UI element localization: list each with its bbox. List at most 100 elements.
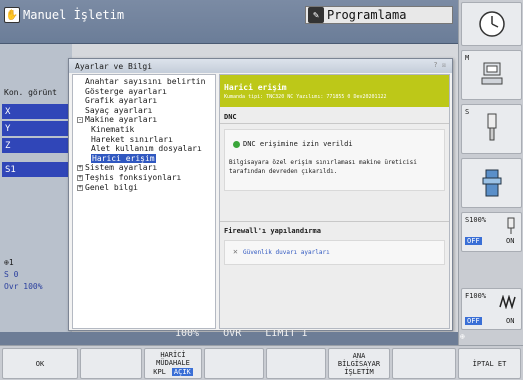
- feed-indicator: ⊕1: [4, 258, 14, 267]
- ok-label: OK: [35, 359, 45, 368]
- override-status-text: 100% OVR LIMIT 1: [175, 328, 308, 339]
- host-line2: BİLGİSAYAR: [337, 359, 381, 368]
- empty-softkey-4[interactable]: [204, 348, 264, 379]
- tool-table-icon: [482, 169, 501, 197]
- mode-manual-tab[interactable]: ✋ Manuel İşletim: [4, 6, 124, 24]
- settings-tree: Anahtar sayısını belirtin Gösterge ayarla…: [72, 74, 216, 329]
- tree-item-label: Grafik ayarları: [85, 96, 158, 106]
- feed-on-label: ON: [506, 317, 515, 325]
- dialog-title: Ayarlar ve Bilgi: [75, 61, 153, 71]
- dialog-window-controls: ? ☒: [433, 61, 446, 69]
- tree-item-label: Anahtar sayısını belirtin: [85, 77, 206, 86]
- tree-item-label: Sayaç ayarları: [85, 105, 153, 115]
- firewall-box: ✕ Güvenlik duvarı ayarları: [224, 240, 445, 265]
- divider: [220, 221, 449, 222]
- mode-programming-label: Programlama: [327, 8, 407, 22]
- external-line1: HARİCİ: [160, 351, 186, 359]
- operating-mode-bar: ✋ Manuel İşletim ✎ Programlama: [0, 0, 458, 44]
- status-strip: 100% OVR LIMIT 1 ⊕: [0, 328, 465, 345]
- tree-item[interactable]: Harici erişim: [91, 153, 156, 163]
- empty-softkey-5[interactable]: [266, 348, 326, 379]
- axis-s1: S1: [2, 162, 72, 177]
- feed-override-softkey[interactable]: F100% OFF ON: [461, 288, 522, 330]
- dnc-heading: DNC: [224, 113, 237, 121]
- edit-icon: ✎: [308, 7, 324, 23]
- right-softkey-bar: M S S100% OFF ON F100% OFF ON: [458, 0, 523, 345]
- position-display-panel: Kon. görünt X Y Z S1 ⊕1 S 0 Ovr 100%: [0, 44, 72, 332]
- tree-item-label: Sistem ayarları: [85, 163, 158, 173]
- mode-programming-tab[interactable]: ✎ Programlama: [305, 6, 453, 24]
- spindle-override-softkey[interactable]: S100% OFF ON: [461, 212, 522, 252]
- tree-item-label: Harici erişim: [91, 153, 156, 163]
- tree-item[interactable]: + Genel bilgi: [77, 183, 138, 192]
- acik-badge: AÇIK: [171, 368, 193, 376]
- clock-softkey[interactable]: [461, 2, 522, 46]
- axis-z: Z: [2, 138, 72, 153]
- cancel-label: İPTAL ET: [472, 359, 507, 368]
- softkey-bar: OK HARİCİ MÜDAHALE KPL AÇIK ANA BİLGİSAY…: [0, 345, 523, 380]
- s100-label: S100%: [465, 216, 487, 224]
- kpl-label: KPL: [153, 368, 166, 376]
- ok-softkey[interactable]: OK: [2, 348, 78, 379]
- axis-y: Y: [2, 121, 72, 136]
- machine-spindle-icon: [481, 62, 502, 85]
- tool-icon: [487, 113, 496, 141]
- external-access-softkey[interactable]: HARİCİ MÜDAHALE KPL AÇIK: [144, 348, 202, 379]
- axis-x: X: [2, 104, 72, 119]
- dnc-status-text: DNC erişimine izin verildi: [243, 140, 353, 148]
- firewall-heading: Firewall'ı yapılandırma: [224, 227, 321, 235]
- clock-icon: [478, 11, 505, 37]
- tree-item[interactable]: - Makine ayarları: [77, 115, 157, 124]
- content-header-title: Harici erişim: [224, 83, 287, 92]
- position-display-label: Kon. görünt: [4, 88, 57, 97]
- external-line2: MÜDAHALE: [156, 359, 190, 367]
- firewall-settings-link[interactable]: Güvenlik duvarı ayarları: [243, 249, 330, 256]
- s-function-softkey[interactable]: S: [461, 104, 522, 154]
- tree-item[interactable]: Alet kullanım dosyaları: [91, 144, 202, 153]
- spindle-on-label: ON: [506, 237, 515, 245]
- tree-item[interactable]: Grafik ayarları: [85, 96, 157, 105]
- m-label: M: [465, 54, 470, 62]
- m-function-softkey[interactable]: M: [461, 50, 522, 100]
- spindle-icon: [507, 217, 515, 234]
- tree-item[interactable]: Kinematik: [91, 125, 134, 134]
- cancel-softkey[interactable]: İPTAL ET: [458, 348, 521, 379]
- dnc-note: Bilgisayara özel erişim sınırlaması maki…: [229, 159, 417, 175]
- tree-item-label: Genel bilgi: [85, 182, 138, 192]
- tree-item[interactable]: Sayaç ayarları: [85, 106, 152, 115]
- dnc-status-box: DNC erişimine izin verildi Bilgisayara ö…: [224, 129, 445, 191]
- dialog-title-bar: Ayarlar ve Bilgi ? ☒: [69, 59, 452, 73]
- mode-manual-label: Manuel İşletim: [23, 8, 125, 22]
- f100-label: F100%: [465, 292, 487, 300]
- tools-icon: ✕: [233, 247, 238, 256]
- empty-softkey-2[interactable]: [80, 348, 142, 379]
- s-label: S: [465, 108, 470, 116]
- help-icon[interactable]: ?: [433, 61, 437, 69]
- override-value: Ovr 100%: [4, 282, 43, 291]
- expand-icon[interactable]: +: [77, 175, 83, 181]
- empty-softkey-7[interactable]: [392, 348, 456, 379]
- expand-icon[interactable]: +: [77, 165, 83, 172]
- scroll-indicator-icon: ⊕: [460, 332, 465, 341]
- settings-content-pane: Harici erişim Kumanda tipi: TNC320 NC Ya…: [219, 74, 450, 329]
- hand-icon: ✋: [4, 7, 20, 23]
- control-info: Kumanda tipi: TNC320 NC Yazılımı: 771855…: [224, 94, 387, 100]
- tree-item[interactable]: + Teşhis fonksiyonları: [77, 173, 181, 182]
- tree-item-label: Gösterge ayarları: [85, 86, 167, 96]
- tree-item[interactable]: Anahtar sayısını belirtin: [85, 77, 205, 86]
- tree-item-label: Kinematik: [91, 125, 135, 134]
- tree-item-label: Teşhis fonksiyonları: [85, 173, 182, 182]
- host-computer-softkey[interactable]: ANA BİLGİSAYAR İŞLETİM: [328, 348, 390, 379]
- tree-item-label: Makine ayarları: [85, 115, 158, 125]
- status-ok-icon: [233, 141, 240, 148]
- collapse-icon[interactable]: -: [77, 117, 83, 124]
- expand-icon[interactable]: +: [77, 184, 83, 191]
- close-icon[interactable]: ☒: [442, 61, 446, 69]
- tree-item-label: Alet kullanım dosyaları: [91, 144, 202, 154]
- tree-item[interactable]: + Sistem ayarları: [77, 163, 157, 172]
- tool-table-softkey[interactable]: [461, 158, 522, 208]
- tree-item[interactable]: Hareket sınırları: [91, 135, 173, 144]
- host-line3: İŞLETİM: [344, 367, 374, 376]
- tree-item-label: Hareket sınırları: [91, 134, 173, 144]
- tree-item[interactable]: Gösterge ayarları: [85, 87, 167, 96]
